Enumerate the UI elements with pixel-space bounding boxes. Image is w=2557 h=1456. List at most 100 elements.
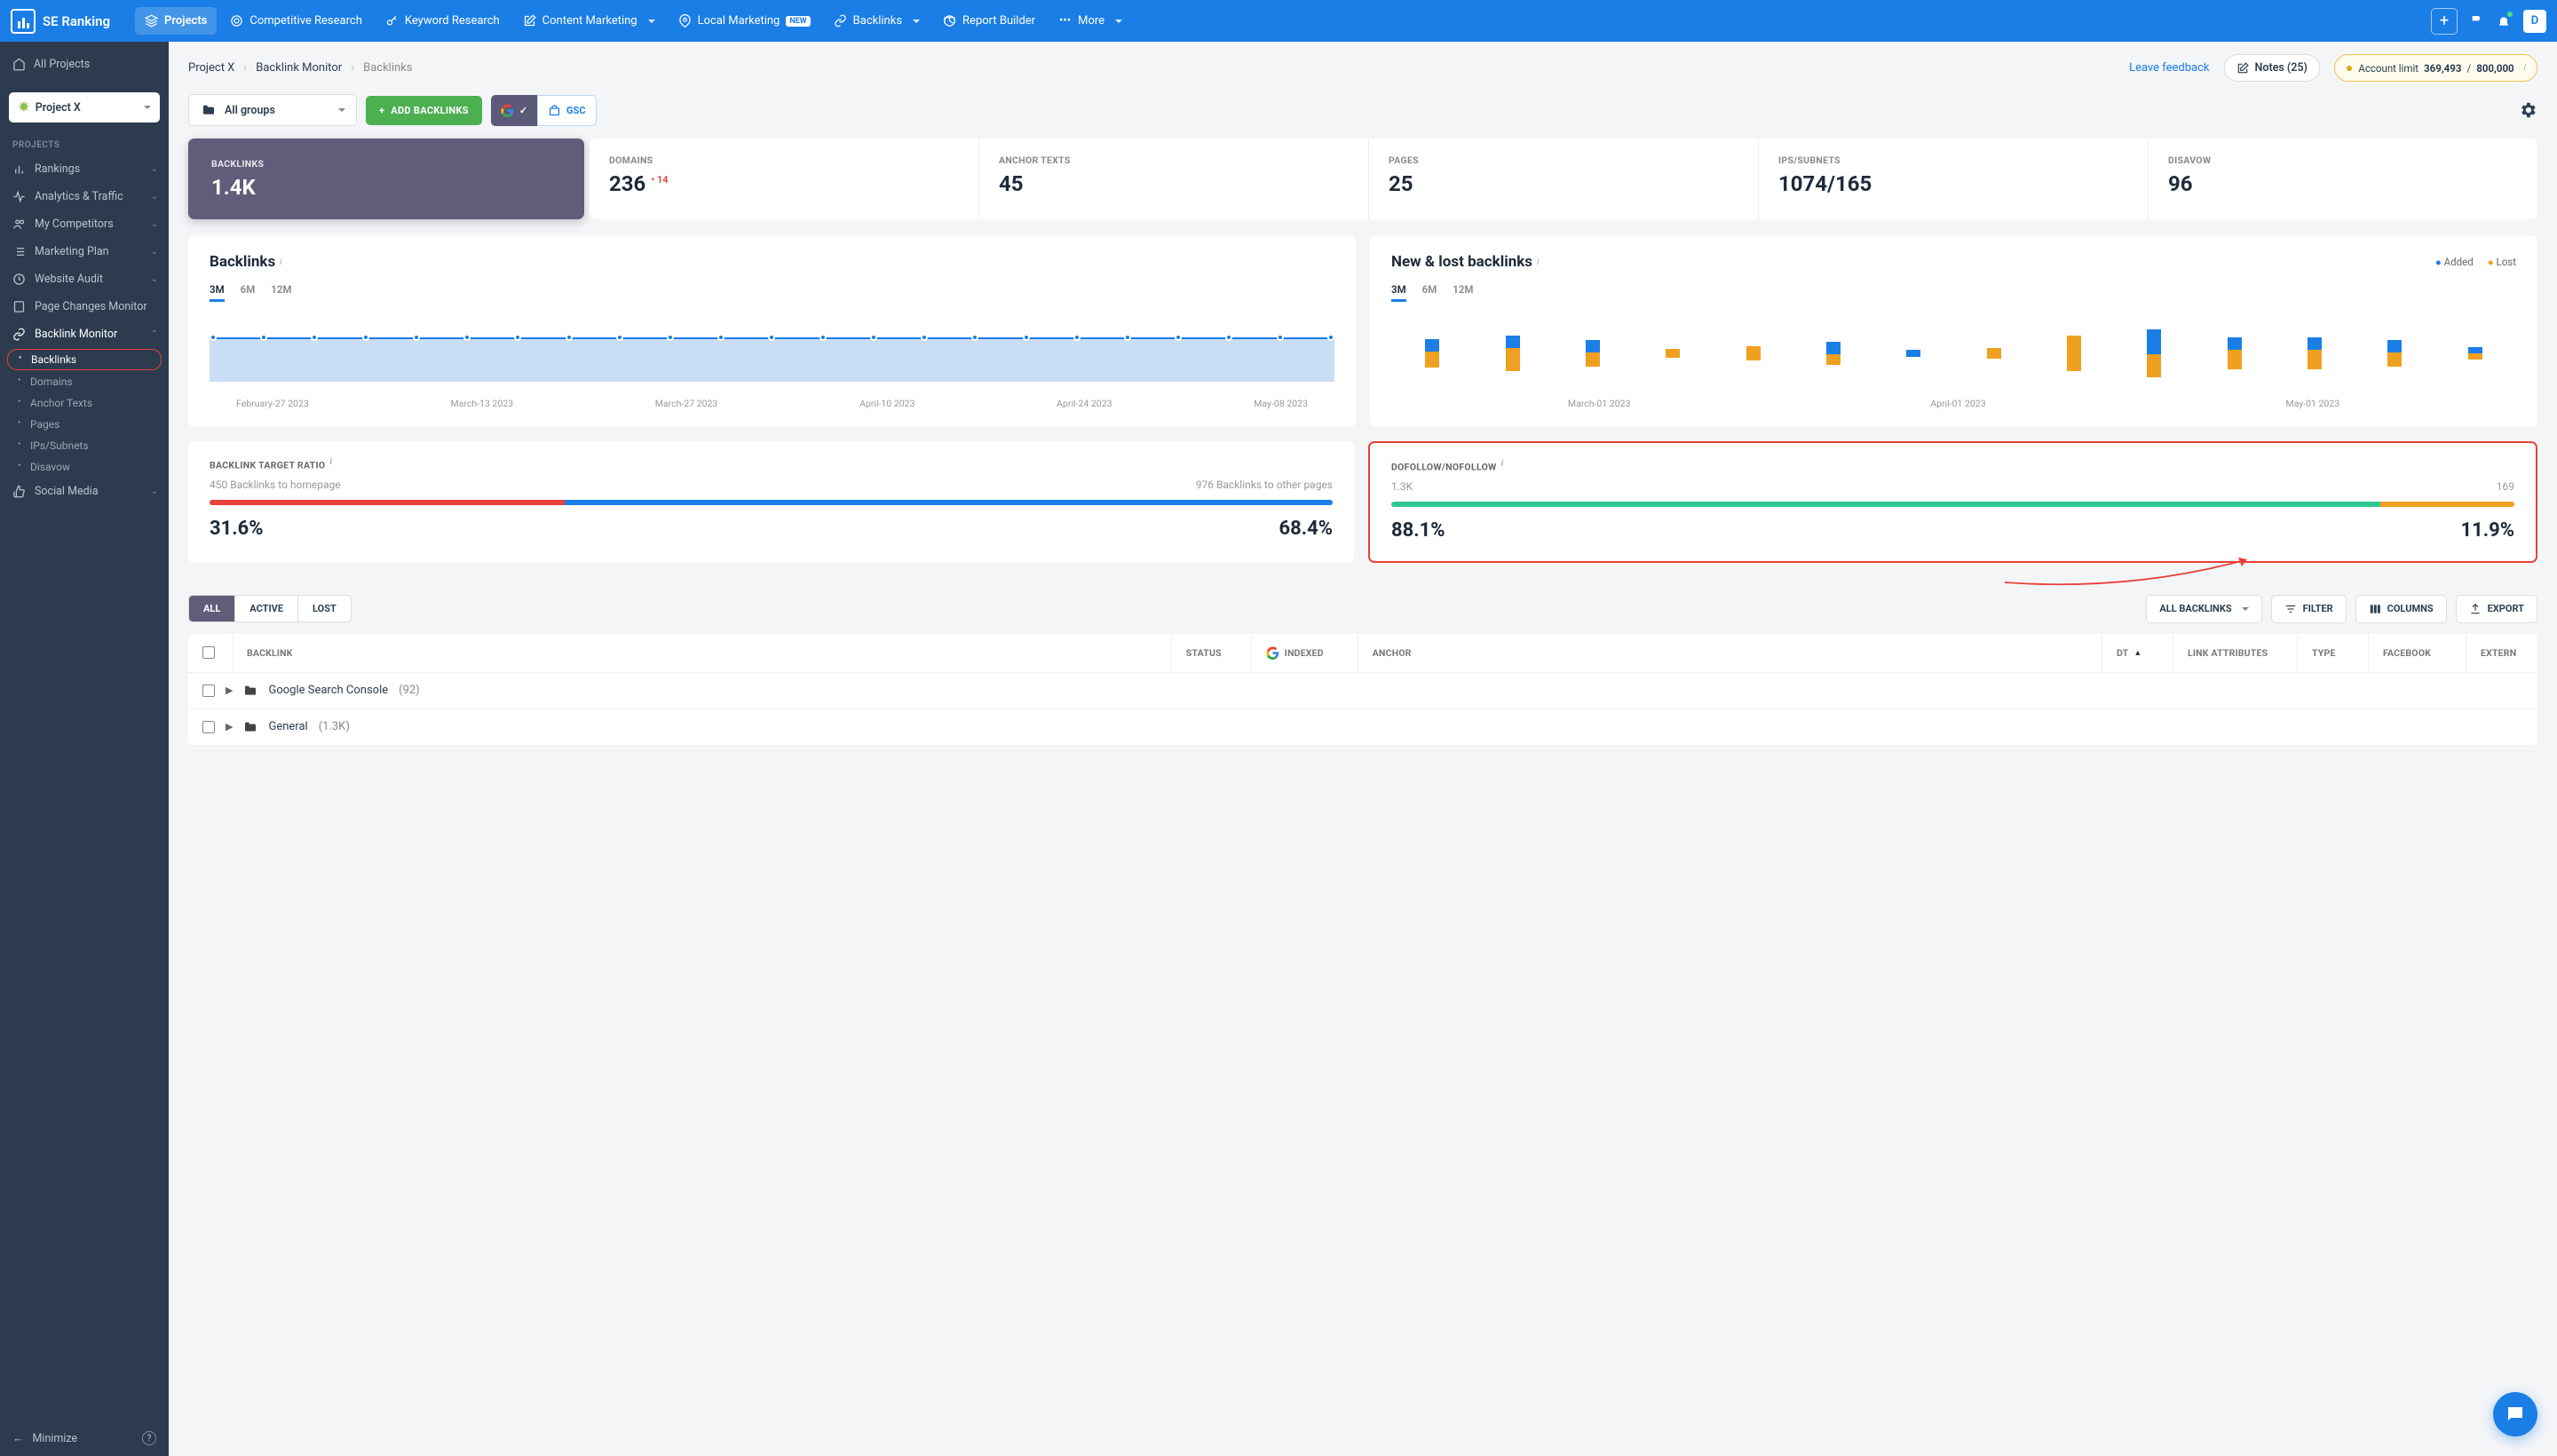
nav-report[interactable]: Report Builder (933, 7, 1045, 35)
sidebar-sub-disavow[interactable]: Disavow (0, 456, 169, 478)
nav-more[interactable]: ••• More (1049, 7, 1132, 35)
avatar[interactable]: D (2523, 10, 2546, 33)
th-status[interactable]: STATUS (1172, 634, 1252, 672)
row-checkbox[interactable] (202, 721, 215, 733)
top-navigation: SE Ranking Projects Competitive Research… (0, 0, 2557, 42)
metric-backlinks[interactable]: BACKLINKS1.4K (188, 138, 584, 219)
export-icon (2469, 603, 2482, 615)
th-type[interactable]: TYPE (2298, 634, 2369, 672)
help-icon[interactable]: ? (142, 1431, 156, 1445)
sidebar-all-projects[interactable]: All Projects (12, 52, 156, 76)
metric-domains[interactable]: DOMAINS236• 14 (590, 138, 978, 219)
sidebar-sub-ips[interactable]: IPs/Subnets (0, 435, 169, 456)
add-button[interactable]: + (2431, 8, 2458, 35)
th-indexed[interactable]: INDEXED (1252, 634, 1358, 672)
range-12m[interactable]: 12M (1453, 283, 1473, 302)
row-count: (1.3K) (319, 720, 350, 733)
arrow-left-icon: ← (12, 1432, 24, 1445)
th-facebook[interactable]: FACEBOOK (2369, 634, 2466, 672)
table-row[interactable]: ▶ Google Search Console (92) (188, 673, 2537, 709)
notes-button[interactable]: Notes (25) (2224, 54, 2320, 82)
pulse-icon (12, 190, 26, 203)
nav-competitive[interactable]: Competitive Research (220, 7, 371, 35)
sidebar-minimize[interactable]: ← Minimize ? (0, 1420, 169, 1456)
sidebar-social[interactable]: Social Media⌄ (0, 478, 169, 505)
google-icon (1266, 646, 1279, 660)
info-icon[interactable]: i (1501, 459, 1504, 469)
nav-backlinks[interactable]: Backlinks (824, 7, 930, 35)
table-header: BACKLINK STATUS INDEXED ANCHOR DT▲ LINK … (188, 634, 2537, 673)
google-source-button[interactable]: ✓ (491, 95, 537, 126)
project-selector[interactable]: ✸ Project X (9, 92, 160, 123)
range-tabs: 3M 6M 12M (210, 283, 1334, 302)
sidebar-audit[interactable]: Website Audit⌄ (0, 265, 169, 293)
sidebar-sub-domains[interactable]: Domains (0, 371, 169, 392)
metric-disavow[interactable]: DISAVOW96 (2148, 138, 2537, 219)
pin-icon (678, 14, 692, 28)
filter-active[interactable]: ACTIVE (235, 596, 298, 621)
table-row[interactable]: ▶ General (1.3K) (188, 709, 2537, 746)
metric-anchors[interactable]: ANCHOR TEXTS45 (978, 138, 1368, 219)
x-axis-labels: February-27 2023March-13 2023March-27 20… (210, 398, 1334, 409)
info-icon[interactable]: i (329, 457, 332, 467)
info-icon[interactable]: i (1537, 257, 1539, 267)
flag-icon[interactable] (2470, 14, 2484, 28)
layers-icon (145, 14, 158, 28)
range-3m[interactable]: 3M (1391, 283, 1406, 302)
gsc-source-button[interactable]: GSC (537, 95, 596, 126)
groups-dropdown[interactable]: All groups (188, 94, 357, 126)
th-backlink[interactable]: BACKLINK (233, 634, 1172, 672)
sidebar-marketing[interactable]: Marketing Plan⌄ (0, 238, 169, 265)
sidebar-backlinkmonitor[interactable]: Backlink Monitor⌃ (0, 320, 169, 348)
nav-content[interactable]: Content Marketing (513, 7, 665, 35)
brand-logo[interactable]: SE Ranking (11, 9, 110, 34)
metric-ips[interactable]: IPS/SUBNETS1074/165 (1758, 138, 2148, 219)
crumb-project[interactable]: Project X (188, 61, 234, 75)
sidebar-rankings[interactable]: Rankings⌄ (0, 155, 169, 183)
filter-all[interactable]: ALL (189, 596, 235, 621)
sidebar-competitors[interactable]: My Competitors⌄ (0, 210, 169, 238)
backlinks-table: BACKLINK STATUS INDEXED ANCHOR DT▲ LINK … (188, 634, 2537, 746)
crumb-monitor[interactable]: Backlink Monitor (256, 61, 342, 75)
add-backlinks-button[interactable]: + ADD BACKLINKS (366, 96, 482, 125)
th-checkbox[interactable] (188, 634, 233, 672)
nav-local[interactable]: Local Marketing NEW (669, 7, 820, 35)
leave-feedback-link[interactable]: Leave feedback (2129, 61, 2209, 75)
chart-legend: AddedLost (2435, 256, 2516, 268)
sidebar-pagechanges[interactable]: Page Changes Monitor (0, 293, 169, 320)
info-icon[interactable]: i (280, 257, 281, 267)
folder-icon (243, 720, 257, 734)
sidebar-sub-pages[interactable]: Pages (0, 414, 169, 435)
chat-fab[interactable] (2493, 1392, 2537, 1436)
metric-pages[interactable]: PAGES25 (1368, 138, 1758, 219)
filter-button[interactable]: FILTER (2271, 595, 2347, 623)
chevron-down-icon: ⌄ (151, 219, 158, 229)
nav-keyword[interactable]: Keyword Research (376, 7, 510, 35)
expand-icon[interactable]: ▶ (226, 684, 233, 696)
range-12m[interactable]: 12M (271, 283, 291, 302)
info-icon[interactable]: i (2524, 63, 2526, 73)
all-backlinks-dropdown[interactable]: ALL BACKLINKS (2146, 595, 2261, 623)
th-linkattr[interactable]: LINK ATTRIBUTES (2173, 634, 2298, 672)
columns-button[interactable]: COLUMNS (2355, 595, 2447, 623)
note-icon (2236, 62, 2249, 75)
account-limit-badge: ● Account limit 369,493 / 800,000 i (2334, 54, 2537, 82)
th-extern[interactable]: EXTERN (2466, 634, 2537, 672)
export-button[interactable]: EXPORT (2456, 595, 2537, 623)
area-chart (210, 318, 1334, 398)
nav-projects[interactable]: Projects (135, 7, 217, 35)
filter-lost[interactable]: LOST (298, 596, 351, 621)
range-6m[interactable]: 6M (1422, 283, 1437, 302)
range-3m[interactable]: 3M (210, 283, 225, 302)
row-checkbox[interactable] (202, 684, 215, 697)
settings-button[interactable] (2518, 100, 2537, 120)
th-anchor[interactable]: ANCHOR (1358, 634, 2102, 672)
sidebar-analytics[interactable]: Analytics & Traffic⌄ (0, 183, 169, 210)
sidebar-sub-anchors[interactable]: Anchor Texts (0, 392, 169, 414)
sidebar-sub-backlinks[interactable]: Backlinks (7, 349, 162, 370)
range-6m[interactable]: 6M (241, 283, 256, 302)
expand-icon[interactable]: ▶ (226, 721, 233, 732)
th-dt[interactable]: DT▲ (2102, 634, 2173, 672)
range-tabs: 3M 6M 12M (1391, 283, 2516, 302)
bell-icon[interactable] (2497, 14, 2511, 28)
